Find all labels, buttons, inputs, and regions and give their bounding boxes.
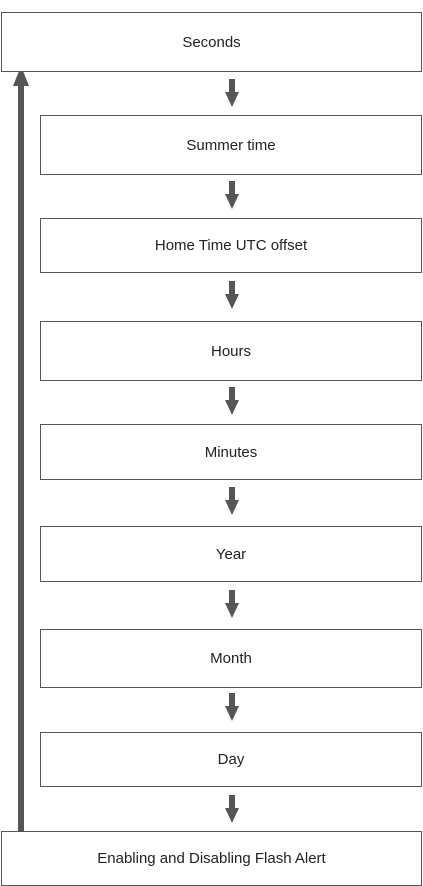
down-arrow-icon — [225, 795, 239, 823]
down-arrow-icon — [225, 79, 239, 107]
down-arrow-icon — [225, 693, 239, 721]
step-home-time-utc-offset: Home Time UTC offset — [40, 218, 422, 273]
step-day: Day — [40, 732, 422, 787]
loop-back-arrow-icon — [13, 66, 29, 831]
down-arrow-icon — [225, 590, 239, 618]
step-seconds: Seconds — [1, 12, 422, 72]
down-arrow-icon — [225, 281, 239, 309]
step-year: Year — [40, 526, 422, 582]
down-arrow-icon — [225, 487, 239, 515]
step-hours-label: Hours — [210, 342, 251, 360]
step-day-label: Day — [217, 751, 245, 768]
step-summer-time: Summer time — [40, 115, 422, 175]
step-minutes: Minutes — [40, 424, 422, 480]
step-seconds-label: Seconds — [182, 33, 241, 51]
down-arrow-icon — [225, 387, 239, 415]
step-minutes-label: Minutes — [204, 443, 258, 461]
step-hours: Hours — [40, 321, 422, 381]
step-month: Month — [40, 629, 422, 688]
down-arrow-icon — [225, 181, 239, 209]
step-enabling-disabling-flash-alert: Enabling and Disabling Flash Alert — [1, 831, 422, 886]
step-summer-time-label: Summer time — [186, 136, 276, 154]
step-month-label: Month — [210, 650, 252, 667]
step-year-label: Year — [215, 545, 247, 563]
step-home-time-utc-offset-label: Home Time UTC offset — [154, 237, 308, 254]
step-enabling-disabling-flash-alert-label: Enabling and Disabling Flash Alert — [97, 850, 326, 867]
